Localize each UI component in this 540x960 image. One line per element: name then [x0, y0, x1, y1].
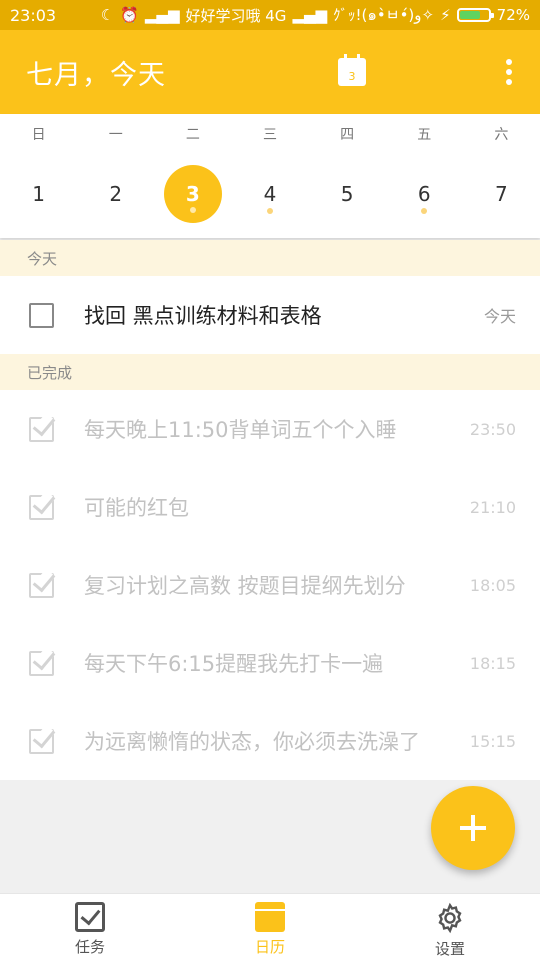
date-number: 7 — [494, 182, 508, 206]
nav-tab-calendar[interactable]: 日历 — [180, 894, 360, 960]
bottom-nav: 任务 日历 设置 — [0, 893, 540, 960]
battery-icon — [456, 8, 494, 22]
battery-percent: 72% — [496, 6, 530, 24]
weekday-label: 日 — [31, 127, 46, 143]
date-cell[interactable]: 6 — [386, 164, 463, 224]
date-number: 3 — [185, 182, 200, 206]
charging-icon: ⚡ — [440, 6, 451, 24]
event-dot — [266, 208, 273, 214]
weekday-label: 四 — [340, 127, 355, 143]
more-menu-icon[interactable] — [504, 59, 514, 85]
checked-checkbox[interactable] — [29, 572, 54, 598]
plus-icon — [460, 815, 486, 841]
alarm-icon: ⏰ — [120, 6, 139, 24]
date-number: 4 — [263, 182, 277, 206]
task-time: 18:15 — [469, 653, 516, 673]
weekday-label: 六 — [494, 127, 509, 143]
task-time: 21:10 — [469, 497, 516, 517]
task-title: 找回 黑点训练材料和表格 — [84, 304, 322, 328]
signal-icon-2: ▂▄▆ — [292, 6, 328, 24]
checkbox-icon — [75, 902, 105, 932]
task-row[interactable]: 找回 黑点训练材料和表格 今天 — [0, 276, 540, 354]
task-title: 每天晚上11:50背单词五个个入睡 — [84, 418, 397, 442]
date-cell[interactable]: 3 — [154, 164, 231, 224]
weekday-label: 三 — [262, 127, 277, 143]
task-time: 18:05 — [469, 575, 516, 595]
checked-checkbox[interactable] — [29, 728, 54, 754]
weekday-label: 一 — [108, 127, 123, 143]
task-title: 为远离懒惰的状态，你必须去洗澡了 — [84, 730, 420, 754]
status-time: 23:03 — [10, 5, 57, 25]
view-list-icon[interactable] — [422, 60, 452, 84]
event-dot — [421, 208, 428, 214]
moon-icon: ☾ — [100, 6, 115, 24]
date-number: 1 — [32, 182, 45, 206]
task-title: 可能的红包 — [84, 496, 189, 520]
page-title: 七月，今天 — [26, 59, 166, 91]
task-time: 15:15 — [469, 731, 516, 751]
weekday-label: 五 — [417, 127, 432, 143]
gear-icon — [438, 902, 462, 934]
task-row[interactable]: 为远离懒惰的状态，你必须去洗澡了 15:15 — [0, 702, 540, 780]
add-task-button[interactable] — [431, 786, 515, 870]
date-cell[interactable]: 1 — [0, 164, 77, 224]
nav-tab-settings-label: 设置 — [434, 940, 465, 958]
weekday-label: 二 — [185, 127, 200, 143]
task-time: 今天 — [483, 307, 516, 326]
weekday-row: 日一二三四五六 — [0, 114, 540, 154]
date-cell[interactable]: 2 — [77, 164, 154, 224]
section-header-today: 今天 — [0, 240, 540, 276]
custom-carrier-text: ｸﾞｯ!(๑•̀ㅂ•́)و✧ — [333, 6, 435, 24]
carrier-text: 好好学习哦 4G — [185, 6, 287, 25]
section-header-completed: 已完成 — [0, 354, 540, 390]
task-row[interactable]: 复习计划之高数 按题目提纲先划分 18:05 — [0, 546, 540, 624]
task-row[interactable]: 每天下午6:15提醒我先打卡一遍 18:15 — [0, 624, 540, 702]
event-dot — [189, 207, 196, 213]
task-title: 复习计划之高数 按题目提纲先划分 — [84, 574, 406, 598]
date-number: 6 — [417, 182, 431, 206]
date-cell[interactable]: 5 — [309, 164, 386, 224]
app-bar: 七月，今天 3 — [0, 30, 540, 114]
nav-tab-settings[interactable]: 设置 — [360, 894, 540, 960]
date-cell[interactable]: 4 — [231, 164, 308, 224]
task-title: 每天下午6:15提醒我先打卡一遍 — [84, 652, 384, 676]
week-strip: 日 一 二 三 四 五 六 1 2 3 4 5 6 7 — [0, 114, 540, 238]
checked-checkbox[interactable] — [29, 416, 54, 442]
nav-tab-calendar-label: 日历 — [254, 938, 285, 956]
signal-icon: ▂▄▆ — [144, 6, 180, 24]
task-time: 23:50 — [469, 419, 516, 439]
status-bar: 23:03 ☾ ⏰ ▂▄▆ 好好学习哦 4G ▂▄▆ ｸﾞｯ!(๑•̀ㅂ•́)و… — [0, 0, 540, 30]
date-cell[interactable]: 7 — [463, 164, 540, 224]
checked-checkbox[interactable] — [29, 650, 54, 676]
task-row[interactable]: 每天晚上11:50背单词五个个入睡 23:50 — [0, 390, 540, 468]
status-indicators: ☾ ⏰ ▂▄▆ 好好学习哦 4G ▂▄▆ ｸﾞｯ!(๑•̀ㅂ•́)و✧ ⚡ 72… — [101, 3, 530, 27]
calendar-icon — [255, 902, 285, 932]
task-checkbox[interactable] — [29, 302, 54, 328]
nav-tab-tasks-label: 任务 — [74, 938, 105, 956]
checked-checkbox[interactable] — [29, 494, 54, 520]
task-row[interactable]: 可能的红包 21:10 — [0, 468, 540, 546]
date-number: 5 — [340, 182, 354, 206]
date-number: 2 — [109, 182, 123, 206]
calendar-today-number: 3 — [348, 70, 356, 83]
calendar-today-icon[interactable]: 3 — [338, 54, 366, 86]
nav-tab-tasks[interactable]: 任务 — [0, 894, 180, 960]
date-row: 1 2 3 4 5 6 7 — [0, 154, 540, 234]
